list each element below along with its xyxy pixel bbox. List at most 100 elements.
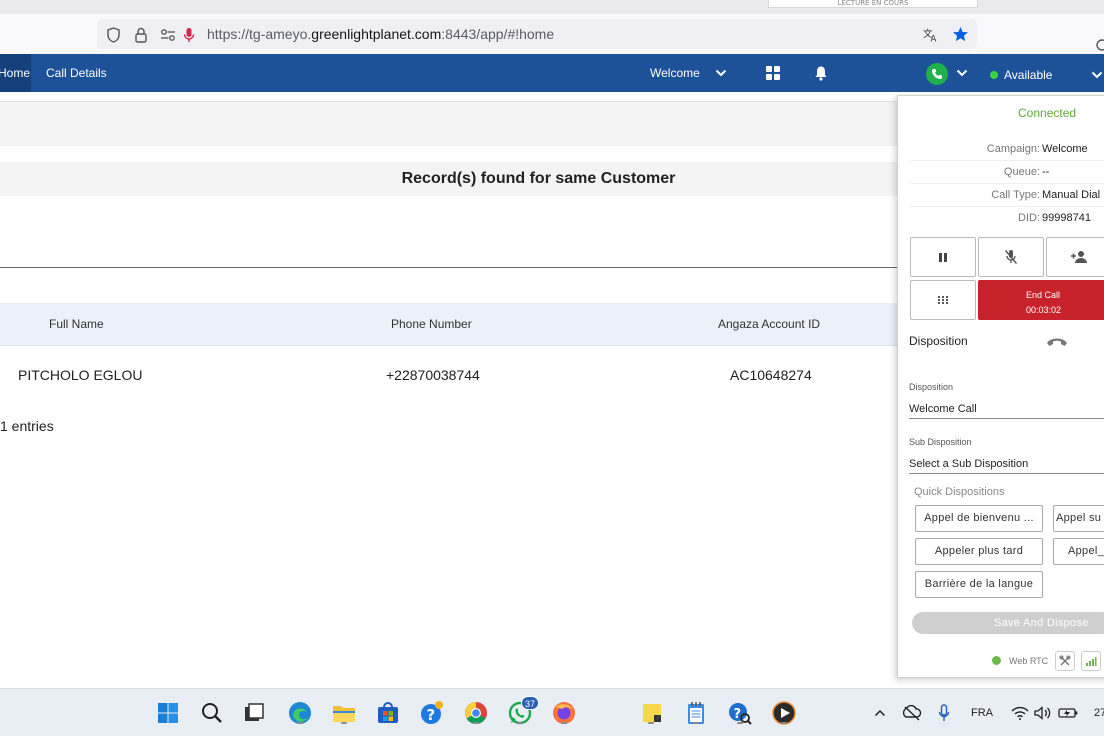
svg-text:A: A bbox=[931, 34, 937, 42]
help-icon[interactable]: ? bbox=[420, 701, 444, 725]
add-user-icon bbox=[1071, 251, 1087, 263]
home-tab[interactable]: Home bbox=[0, 54, 31, 92]
running-indicator bbox=[297, 722, 303, 724]
lock-icon[interactable] bbox=[132, 26, 149, 43]
show-hidden-icons-chevron-icon[interactable] bbox=[872, 703, 888, 723]
running-indicator bbox=[693, 722, 699, 724]
transfer-button[interactable] bbox=[1046, 237, 1104, 277]
running-indicator bbox=[341, 722, 347, 724]
call-detail-did: DID: 99998741 bbox=[910, 207, 1104, 230]
search-icon[interactable] bbox=[200, 701, 224, 725]
call-status: Connected bbox=[1018, 106, 1077, 120]
browser-navbar: https://tg-ameyo.greenlightplanet.com:84… bbox=[0, 14, 1104, 54]
background-tab[interactable]: LECTURE EN COURS bbox=[768, 0, 978, 8]
network-offline-icon[interactable] bbox=[901, 703, 923, 723]
webrtc-label: Web RTC bbox=[1009, 656, 1049, 666]
hold-button[interactable] bbox=[910, 237, 976, 277]
cell-account-id: AC10648274 bbox=[730, 367, 812, 383]
shield-icon[interactable] bbox=[105, 26, 122, 43]
disposition-title: Disposition bbox=[909, 334, 968, 348]
chevron-down-icon[interactable] bbox=[953, 64, 971, 82]
battery-icon[interactable] bbox=[1057, 703, 1079, 723]
notification-bell-icon[interactable] bbox=[812, 64, 830, 82]
availability-status[interactable]: Available bbox=[1004, 54, 1052, 96]
svg-text:?: ? bbox=[734, 707, 742, 722]
quick-disposition-button[interactable]: Appeler plus tard bbox=[915, 538, 1043, 565]
notification-badge: 37 bbox=[521, 696, 539, 710]
call-panel: Connected Campaign: Welcome Queue: -- Ca… bbox=[897, 95, 1104, 678]
column-header[interactable]: Angaza Account ID bbox=[718, 303, 820, 345]
table-row[interactable]: PITCHOLO EGLOU +22870038744 AC10648274 bbox=[0, 346, 897, 404]
mute-button[interactable] bbox=[978, 237, 1044, 277]
firefox-icon[interactable] bbox=[552, 701, 576, 725]
translate-icon[interactable]: 文A bbox=[923, 26, 940, 43]
signal-strength-icon[interactable] bbox=[1081, 651, 1101, 671]
bookmark-star-icon[interactable] bbox=[952, 26, 969, 43]
detail-value: -- bbox=[1042, 166, 1050, 178]
microsoft-store-icon[interactable] bbox=[376, 701, 400, 725]
table-header: Full Name Phone Number Angaza Account ID bbox=[0, 303, 897, 346]
sub-disposition-label: Sub Disposition bbox=[909, 437, 972, 447]
notepad-icon[interactable] bbox=[684, 701, 708, 725]
url-bar[interactable]: https://tg-ameyo.greenlightplanet.com:84… bbox=[97, 19, 977, 49]
detail-key: Campaign: bbox=[986, 143, 1040, 155]
column-header[interactable]: Phone Number bbox=[391, 303, 472, 345]
quick-disposition-button[interactable]: Appel de bienvenu ... bbox=[915, 505, 1043, 532]
detail-value: Manual Dial bbox=[1042, 189, 1101, 201]
quick-dispositions-label: Quick Dispositions bbox=[914, 486, 1005, 498]
entries-count: 1 entries bbox=[0, 418, 54, 434]
chrome-icon[interactable] bbox=[464, 701, 488, 725]
call-timer: 00:03:02 bbox=[1026, 305, 1062, 315]
cell-full-name: PITCHOLO EGLOU bbox=[18, 367, 143, 383]
cell-phone-number: +22870038744 bbox=[386, 367, 480, 383]
call-detail-call-type: Call Type: Manual Dial bbox=[910, 184, 1104, 207]
volume-icon[interactable] bbox=[1033, 703, 1053, 723]
dialpad-icon bbox=[937, 295, 949, 305]
microphone-icon[interactable] bbox=[180, 26, 197, 43]
chevron-down-icon[interactable] bbox=[1088, 66, 1104, 84]
wifi-icon[interactable] bbox=[1010, 703, 1030, 723]
microphone-icon[interactable] bbox=[936, 703, 952, 723]
section-title: Record(s) found for same Customer bbox=[0, 162, 897, 196]
quick-disposition-button[interactable]: Appel_ bbox=[1053, 538, 1104, 565]
chevron-down-icon[interactable] bbox=[712, 64, 730, 82]
quick-disposition-button[interactable]: Barrière de la langue bbox=[915, 571, 1043, 598]
disposition-select[interactable]: Welcome Call bbox=[909, 403, 1104, 419]
input-language[interactable]: FRA bbox=[971, 707, 993, 719]
running-indicator bbox=[517, 722, 523, 724]
edge-browser-icon[interactable] bbox=[288, 701, 312, 725]
permissions-icon[interactable] bbox=[159, 26, 176, 43]
content-toolbar bbox=[0, 101, 897, 146]
disposition-label: Disposition bbox=[909, 382, 954, 392]
end-call-button[interactable]: End Call 00:03:02 bbox=[978, 280, 1104, 320]
save-and-dispose-button[interactable]: Save And Dispose bbox=[912, 612, 1104, 634]
call-detail-queue: Queue: -- bbox=[910, 161, 1104, 184]
hangup-icon[interactable] bbox=[1046, 336, 1068, 348]
task-view-icon[interactable] bbox=[242, 701, 266, 725]
windows-start-icon[interactable] bbox=[156, 701, 180, 725]
quick-disposition-button[interactable]: Appel su bbox=[1053, 505, 1104, 532]
running-indicator bbox=[648, 722, 654, 724]
apps-grid-icon[interactable] bbox=[764, 64, 782, 82]
clock[interactable]: 27 bbox=[1094, 707, 1104, 719]
call-details-tab[interactable]: Call Details bbox=[46, 54, 107, 92]
sub-disposition-select[interactable]: Select a Sub Disposition bbox=[909, 458, 1104, 474]
availability-dot bbox=[990, 71, 998, 79]
sticky-notes-icon[interactable] bbox=[640, 701, 664, 725]
settings-tools-icon[interactable] bbox=[1055, 651, 1075, 671]
running-indicator bbox=[473, 722, 479, 724]
phone-status-icon[interactable] bbox=[926, 63, 948, 85]
campaign-selector[interactable]: Welcome bbox=[650, 54, 700, 92]
file-explorer-icon[interactable] bbox=[332, 701, 356, 725]
extension-icon[interactable] bbox=[1094, 38, 1104, 52]
dialpad-button[interactable] bbox=[910, 280, 976, 320]
section-divider bbox=[0, 267, 897, 268]
help-search-icon[interactable]: ? bbox=[728, 701, 752, 725]
browser-tab-strip: LECTURE EN COURS bbox=[0, 0, 1104, 14]
detail-key: DID: bbox=[1018, 212, 1040, 224]
column-header[interactable]: Full Name bbox=[49, 303, 104, 345]
url-text[interactable]: https://tg-ameyo.greenlightplanet.com:84… bbox=[207, 26, 554, 42]
call-detail-campaign: Campaign: Welcome bbox=[910, 138, 1104, 161]
media-player-icon[interactable] bbox=[772, 701, 796, 725]
pause-icon bbox=[939, 252, 947, 262]
